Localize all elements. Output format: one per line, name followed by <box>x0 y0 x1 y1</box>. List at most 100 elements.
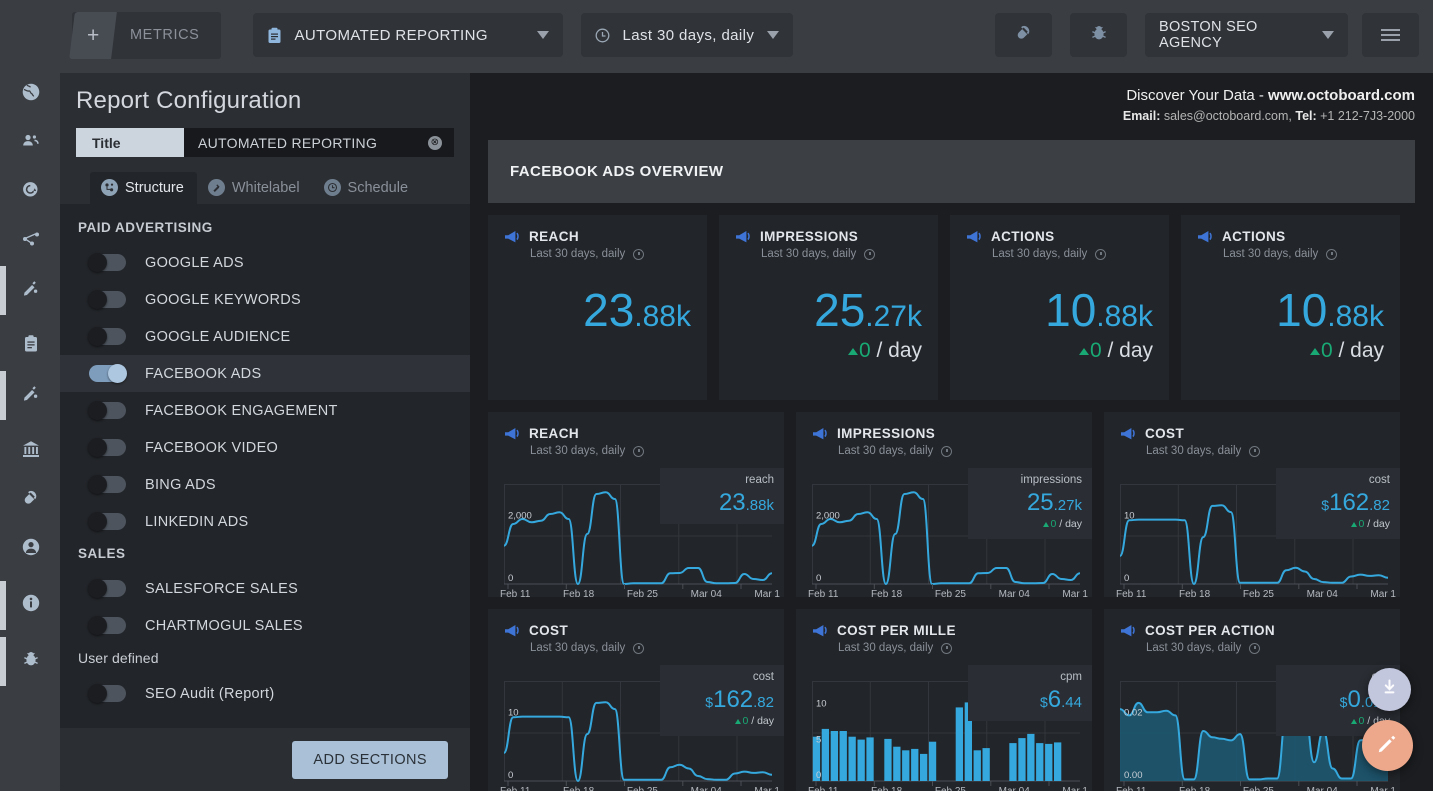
date-range-select[interactable]: Last 30 days, daily <box>581 13 793 57</box>
tel-label: Tel: <box>1295 109 1316 123</box>
section-row[interactable]: GOOGLE KEYWORDS <box>60 281 470 318</box>
tile-subtitle: Last 30 days, daily <box>530 248 707 260</box>
section-toggle[interactable] <box>89 254 126 271</box>
chart-title: REACH <box>529 426 579 441</box>
summary-value-block: 25.27k <box>968 491 1082 515</box>
tile-header: REACH Last 30 days, daily <box>488 215 707 260</box>
kpi-title: REACH <box>529 229 579 244</box>
section-toggle[interactable] <box>89 685 126 702</box>
tab-structure-label: Structure <box>125 180 184 196</box>
clock-icon <box>595 28 610 43</box>
title-input-value: AUTOMATED REPORTING <box>198 135 377 151</box>
section-row[interactable]: GOOGLE AUDIENCE <box>60 318 470 355</box>
chart-period: Last 30 days, daily <box>838 642 933 654</box>
summary-delta-unit: / day <box>1059 518 1082 530</box>
add-sections-button[interactable]: ADD SECTIONS <box>292 741 448 779</box>
section-toggle[interactable] <box>89 365 126 382</box>
report-select[interactable]: AUTOMATED REPORTING <box>253 13 563 57</box>
section-row[interactable]: BING ADS <box>60 466 470 503</box>
edit-button[interactable] <box>1362 720 1413 771</box>
section-row[interactable]: FACEBOOK ENGAGEMENT <box>60 392 470 429</box>
section-row[interactable]: FACEBOOK VIDEO <box>60 429 470 466</box>
section-toggle[interactable] <box>89 328 126 345</box>
rail-item-share[interactable] <box>0 217 62 266</box>
tab-structure[interactable]: Structure <box>90 172 197 204</box>
section-toggle[interactable] <box>89 291 126 308</box>
section-label: LINKEDIN ADS <box>145 514 249 530</box>
user-circle-icon <box>21 537 41 562</box>
section-label: SALESFORCE SALES <box>145 581 298 597</box>
rail-item-audience[interactable] <box>0 119 62 168</box>
svg-text:5: 5 <box>816 734 821 745</box>
audience-icon <box>21 131 41 156</box>
section-label: FACEBOOK ENGAGEMENT <box>145 403 338 419</box>
chart-card: COST PER MILLELast 30 days, daily0510Feb… <box>796 609 1092 791</box>
clear-icon[interactable]: ⊗ <box>428 136 442 150</box>
section-row[interactable]: SALESFORCE SALES <box>60 570 470 607</box>
summary-delta-value: 0 <box>1358 715 1364 727</box>
rail-item-globe[interactable] <box>0 70 62 119</box>
title-input[interactable]: AUTOMATED REPORTING ⊗ <box>184 128 454 157</box>
x-tick-label: Feb 18 <box>1179 786 1210 791</box>
megaphone-icon <box>504 624 520 638</box>
rail-item-reports[interactable] <box>0 322 62 371</box>
megaphone-icon <box>1197 230 1213 244</box>
section-toggle[interactable] <box>89 617 126 634</box>
add-metric-button[interactable]: + <box>69 12 117 59</box>
rail-item-pen-edit[interactable] <box>0 371 62 420</box>
svg-text:0.02: 0.02 <box>1124 708 1143 719</box>
kpi-tile-row: REACHLast 30 days, daily23.88kIMPRESSION… <box>488 215 1415 400</box>
kpi-period: Last 30 days, daily <box>1223 248 1318 260</box>
menu-button[interactable] <box>1362 13 1419 57</box>
rail-item-pen-spark[interactable] <box>0 266 62 315</box>
brand-header: Discover Your Data - www.octoboard.com E… <box>488 87 1415 123</box>
section-row[interactable]: FACEBOOK ADS <box>60 355 470 392</box>
chevron-down-icon <box>537 31 549 39</box>
config-tabs: Structure Whitelabel Schedule <box>90 172 454 204</box>
triangle-up-icon <box>1079 348 1089 355</box>
chart-value-box: cost$162.820 / day <box>1276 468 1400 539</box>
x-tick-label: Feb 25 <box>935 786 966 791</box>
account-select[interactable]: BOSTON SEO AGENCY <box>1145 13 1348 57</box>
kpi-delta-value: 0 <box>1321 339 1333 362</box>
tab-schedule-label: Schedule <box>348 180 408 196</box>
kpi-value: 10 <box>1276 284 1327 336</box>
series-label: cost <box>1276 474 1390 486</box>
tab-whitelabel[interactable]: Whitelabel <box>197 172 313 204</box>
svg-text:0.00: 0.00 <box>1124 770 1143 781</box>
download-button[interactable] <box>1368 668 1411 711</box>
kpi-delta-unit: / day <box>1338 339 1384 362</box>
section-row[interactable]: CHARTMOGUL SALES <box>60 607 470 644</box>
kpi-period: Last 30 days, daily <box>761 248 856 260</box>
left-icon-rail <box>0 70 62 791</box>
section-row[interactable]: LINKEDIN ADS <box>60 503 470 540</box>
rail-item-seo[interactable] <box>0 168 62 217</box>
section-toggle[interactable] <box>89 439 126 456</box>
kpi-value: 23 <box>583 284 634 336</box>
rail-item-billing[interactable] <box>0 427 62 476</box>
svg-text:10: 10 <box>508 708 519 719</box>
summary-delta: 0 / day <box>1276 518 1390 530</box>
rail-item-bug[interactable] <box>0 637 62 686</box>
tile-header: REACHLast 30 days, daily <box>488 412 784 457</box>
section-toggle[interactable] <box>89 580 126 597</box>
tile-title: COST PER MILLE <box>812 623 1092 638</box>
clock-icon <box>633 643 644 654</box>
chevron-down-icon <box>1322 31 1334 39</box>
section-toggle[interactable] <box>89 476 126 493</box>
section-toggle[interactable] <box>89 402 126 419</box>
rail-item-integrations[interactable] <box>0 476 62 525</box>
rail-item-info[interactable] <box>0 581 62 630</box>
x-tick-label: Feb 18 <box>871 589 902 600</box>
report-bug-button[interactable] <box>1070 13 1127 57</box>
integrations-button[interactable] <box>995 13 1052 57</box>
x-tick-label: Mar 1 <box>1062 786 1088 791</box>
section-row[interactable]: GOOGLE ADS <box>60 244 470 281</box>
section-row[interactable]: SEO Audit (Report) <box>60 675 470 712</box>
rail-item-profile[interactable] <box>0 525 62 574</box>
kpi-value-block: 10.88k0 / day <box>1276 287 1384 361</box>
tile-subtitle: Last 30 days, daily <box>992 248 1169 260</box>
tab-schedule[interactable]: Schedule <box>313 172 421 204</box>
section-toggle[interactable] <box>89 513 126 530</box>
megaphone-icon <box>735 230 751 244</box>
